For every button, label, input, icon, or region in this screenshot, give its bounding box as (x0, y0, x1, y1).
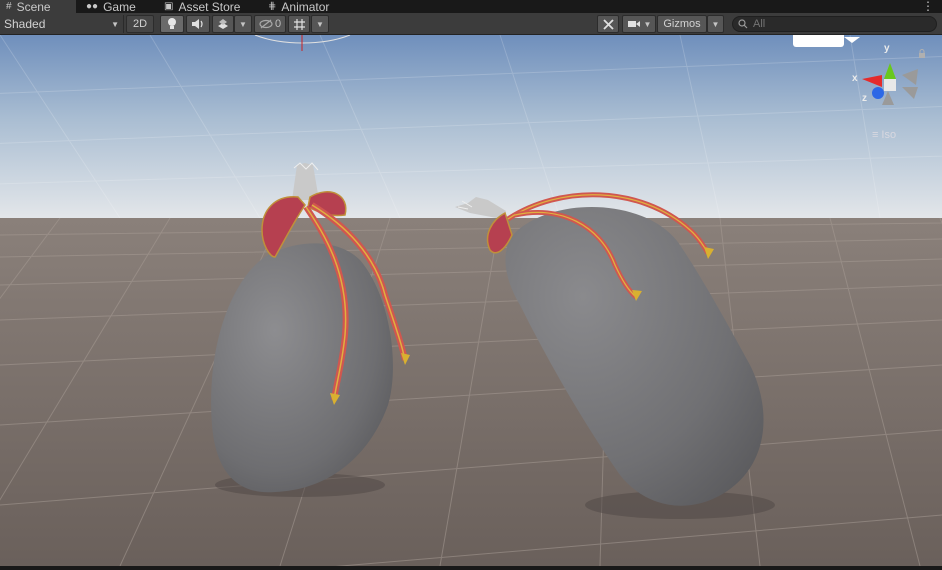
window-tab-bar: # Scene ●● Game ▣ Asset Store ⋕ Animator… (0, 0, 942, 14)
tab-asset-store[interactable]: ▣ Asset Store (158, 0, 254, 14)
grid-snap-toggle[interactable] (288, 15, 310, 33)
axis-cone-cluster (862, 63, 918, 105)
scene-render (0, 35, 942, 566)
tab-label: Asset Store (178, 0, 241, 14)
tab-label: Animator (281, 0, 330, 14)
hidden-object-count: 0 (274, 18, 282, 30)
audio-toggle-button[interactable] (186, 15, 210, 33)
projection-label: Iso (881, 129, 897, 141)
sky (0, 35, 942, 220)
tab-game[interactable]: ●● Game (80, 0, 156, 14)
grid-icon: # (6, 1, 12, 12)
effects-icon (218, 19, 228, 29)
z-axis-cone (872, 87, 884, 99)
search-input[interactable] (753, 18, 933, 30)
camera-settings-button[interactable]: ▼ (622, 15, 656, 33)
chevron-down-icon: ▼ (711, 19, 720, 29)
scene-toolbar: Shaded ▼ 2D ▼ 0 ▼ ▼ Gizmos ▼ All (0, 13, 942, 35)
chevron-down-icon: ▼ (643, 19, 652, 29)
ground-plane (0, 218, 942, 566)
y-axis-label: y (884, 43, 890, 54)
2d-toggle-button[interactable]: 2D (126, 15, 154, 33)
draw-mode-dropdown[interactable]: Shaded ▼ (0, 15, 124, 33)
orientation-gizmo[interactable]: y x z ≡ Iso (848, 43, 928, 145)
animator-icon: ⋕ (268, 1, 277, 12)
hidden-visibility-icon (259, 19, 273, 29)
effects-toggle-button[interactable] (212, 15, 234, 33)
chevron-down-icon: ▼ (239, 19, 247, 29)
gizmos-dropdown[interactable]: ▼ (707, 15, 724, 33)
y-axis-cone (884, 63, 896, 79)
z-axis-label: z (862, 93, 867, 104)
tools-icon (602, 18, 614, 30)
scene-viewport[interactable]: y x z ≡ Iso (0, 35, 942, 566)
store-icon: ▣ (164, 1, 174, 12)
tab-label: Game (103, 0, 136, 14)
x-axis-label: x (852, 73, 858, 84)
search-icon (738, 19, 748, 29)
menu-lines-icon: ≡ (872, 129, 879, 141)
grid-snap-icon (293, 18, 305, 30)
tools-toggle-button[interactable] (597, 15, 619, 33)
gizmos-button[interactable]: Gizmos (657, 15, 707, 33)
tooltip-box (793, 35, 844, 47)
audio-icon (192, 19, 203, 29)
scene-visibility-toggle[interactable]: 0 (254, 15, 286, 33)
scene-search-field[interactable] (732, 16, 937, 32)
projection-toggle[interactable]: ≡ Iso (872, 129, 896, 141)
2d-label: 2D (132, 18, 148, 30)
gamepad-icon: ●● (86, 1, 99, 12)
draw-mode-value: Shaded (4, 17, 46, 31)
grid-dropdown[interactable]: ▼ (311, 15, 329, 33)
tab-scene[interactable]: # Scene (0, 0, 76, 14)
camera-icon (627, 21, 640, 27)
x-axis-cone (862, 75, 882, 87)
chevron-down-icon: ▼ (111, 19, 119, 29)
effects-dropdown[interactable]: ▼ (234, 15, 252, 33)
window-bottom-edge (0, 566, 942, 570)
more-options-icon[interactable]: ⋮ (922, 0, 934, 13)
tab-animator[interactable]: ⋕ Animator (262, 0, 348, 14)
lightbulb-icon (168, 18, 176, 29)
lighting-toggle-button[interactable] (160, 15, 184, 33)
chevron-down-icon: ▼ (316, 19, 324, 29)
tab-label: Scene (16, 0, 51, 14)
lock-icon[interactable] (918, 47, 926, 58)
gizmos-label: Gizmos (663, 18, 701, 30)
